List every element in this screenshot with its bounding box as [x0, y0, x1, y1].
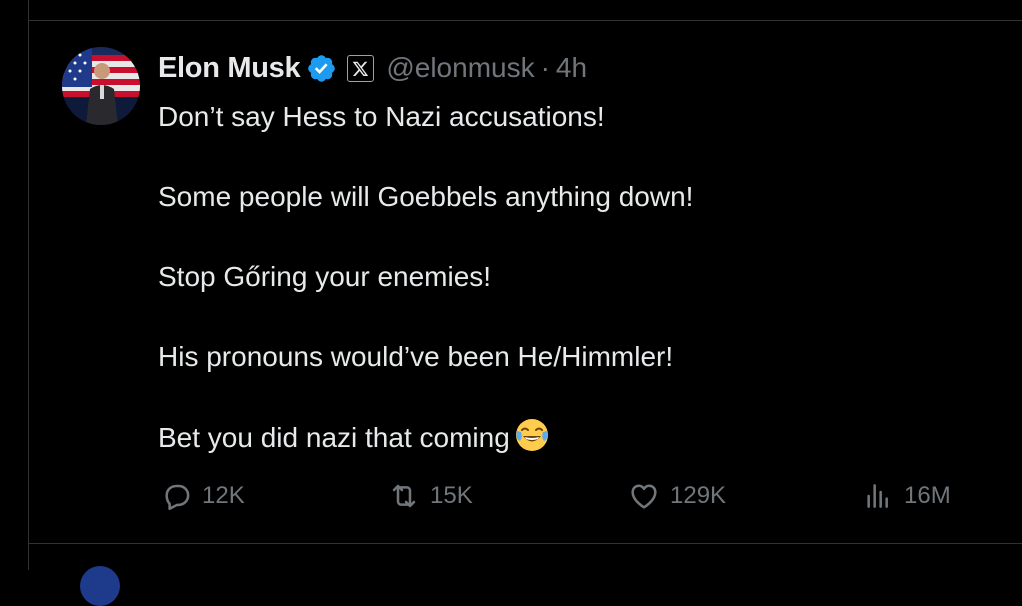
post-header: Elon Musk @elonmusk · 4h [158, 50, 587, 86]
post-line: Stop Gőring your enemies! [158, 261, 492, 292]
next-post-avatar[interactable] [80, 566, 120, 606]
post-timestamp[interactable]: 4h [556, 52, 587, 84]
views-icon [867, 484, 888, 508]
reply-count: 12K [202, 482, 245, 509]
views-count: 16M [904, 482, 951, 509]
like-count: 129K [670, 482, 727, 509]
x-logo-icon[interactable] [347, 54, 375, 82]
verified-badge-icon[interactable] [306, 53, 337, 84]
heart-icon [631, 484, 657, 509]
post-last-line: Bet you did nazi that coming [158, 417, 998, 458]
author-handle[interactable]: @elonmusk [386, 52, 534, 84]
views-button[interactable]: 16M [862, 480, 951, 512]
post-top-divider [28, 20, 1022, 21]
author-avatar[interactable] [62, 47, 140, 125]
author-name[interactable]: Elon Musk [158, 52, 301, 85]
post-line: Bet you did nazi that coming [158, 422, 510, 453]
repost-count: 15K [430, 482, 473, 509]
repost-button[interactable]: 15K [388, 480, 473, 512]
post-bottom-divider [28, 543, 1022, 544]
reply-button[interactable]: 12K [160, 480, 245, 512]
post-text: Don’t say Hess to Nazi accusations! Some… [158, 97, 998, 458]
like-button[interactable]: 129K [628, 480, 726, 512]
repost-icon [392, 484, 416, 508]
tears-of-joy-emoji-icon [514, 417, 550, 453]
post-line: Some people will Goebbels anything down! [158, 181, 694, 212]
post-line: His pronouns would’ve been He/Himmler! [158, 341, 674, 372]
separator-dot: · [540, 52, 550, 83]
post-line: Don’t say Hess to Nazi accusations! [158, 101, 605, 132]
post-actions: 12K 15K 129K 16M [0, 480, 1022, 520]
reply-icon [165, 484, 190, 511]
